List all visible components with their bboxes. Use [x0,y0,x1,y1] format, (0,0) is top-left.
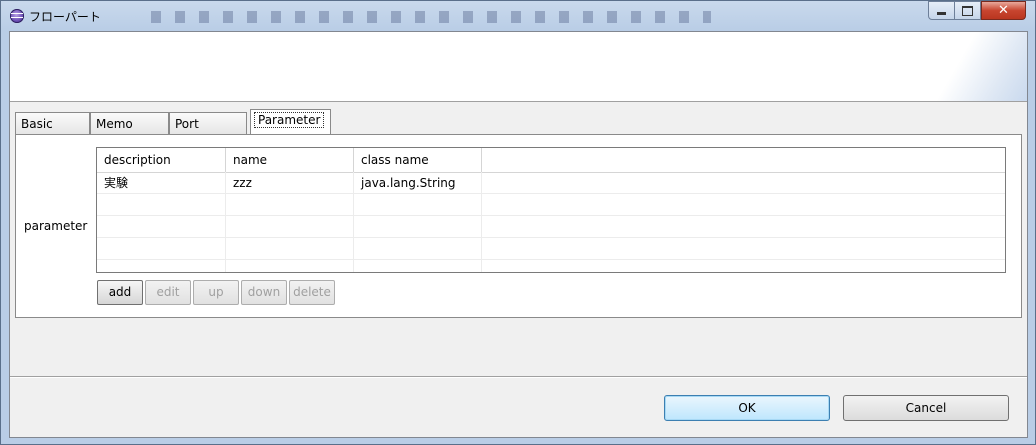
titlebar-background-toolbar [151,11,711,23]
empty-cell [354,260,482,272]
column-header-class-name[interactable]: class name [354,148,482,172]
empty-cell [97,216,226,238]
empty-cell [354,216,482,238]
ok-button[interactable]: OK [664,395,830,421]
delete-button[interactable]: delete [289,280,335,305]
tab-parameter[interactable]: Parameter [250,109,331,134]
tab-parameter-label: Parameter [254,112,325,128]
tab-strip: Basic Memo Port Parameter [15,109,345,134]
edit-button[interactable]: edit [145,280,191,305]
parameter-panel: parameter description name class name 実験… [15,134,1022,318]
table-row-empty [97,260,1005,272]
empty-cell [97,260,226,272]
close-button[interactable]: ✕ [981,1,1026,20]
table-row-empty [97,238,1005,260]
up-button[interactable]: up [193,280,239,305]
maximize-icon [962,5,973,16]
header-banner [10,32,1027,102]
footer-separator [10,376,1027,378]
table-row-empty [97,194,1005,216]
down-button[interactable]: down [241,280,287,305]
table-row-empty [97,216,1005,238]
cell-class-name: java.lang.String [354,172,482,194]
parameter-table[interactable]: description name class name 実験 zzz java.… [96,147,1006,273]
empty-cell [226,194,354,216]
empty-cell [97,194,226,216]
empty-cell [226,238,354,260]
column-header-name[interactable]: name [226,148,354,172]
cell-name: zzz [226,172,354,194]
parameter-label: parameter [24,219,88,233]
dialog-client-area: Basic Memo Port Parameter parameter desc… [9,31,1028,438]
minimize-icon [937,12,946,15]
tab-memo[interactable]: Memo [90,112,169,134]
empty-cell [226,260,354,272]
app-globe-icon [10,9,24,23]
minimize-button[interactable] [928,1,955,20]
tab-basic[interactable]: Basic [15,112,90,134]
table-header: description name class name [97,148,1005,173]
maximize-button[interactable] [954,1,981,20]
tab-port[interactable]: Port [169,112,247,134]
window-title: フローパート [29,10,101,24]
empty-cell [354,194,482,216]
table-row[interactable]: 実験 zzz java.lang.String [97,172,1005,194]
title-bar[interactable]: フローパート ✕ [1,1,1035,31]
column-header-description[interactable]: description [97,148,226,172]
empty-cell [226,216,354,238]
empty-cell [97,238,226,260]
close-icon: ✕ [998,3,1009,18]
empty-cell [354,238,482,260]
dialog-window: フローパート ✕ Basic Memo Port Parameter param… [0,0,1036,445]
add-button[interactable]: add [97,280,143,305]
cancel-button[interactable]: Cancel [843,395,1009,421]
cell-description: 実験 [97,172,226,194]
